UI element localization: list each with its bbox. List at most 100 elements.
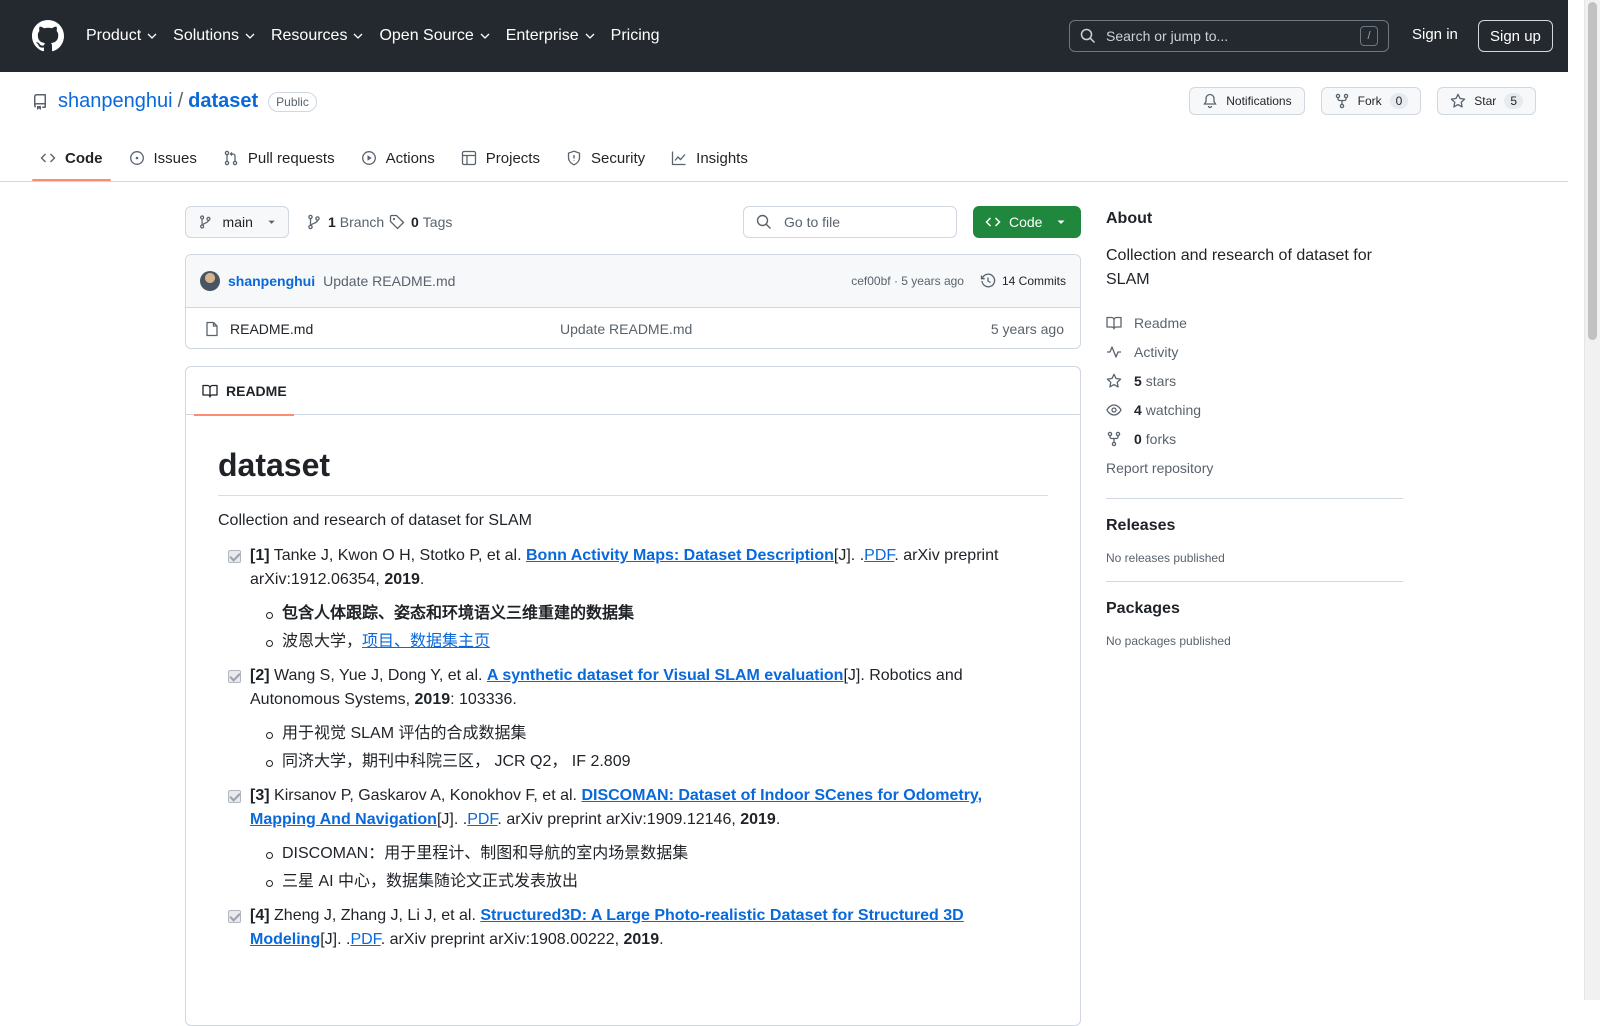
- nav-product[interactable]: Product: [86, 27, 157, 45]
- star-count: 5: [1504, 93, 1523, 109]
- eye-icon: [1106, 403, 1122, 416]
- chevron-down-icon: [147, 33, 157, 39]
- repo-separator: /: [177, 90, 184, 112]
- github-logo-icon[interactable]: [32, 20, 64, 52]
- bell-icon: [1203, 93, 1217, 109]
- ref-number: [2]: [250, 667, 270, 684]
- tab-projects[interactable]: Projects: [453, 138, 548, 178]
- readme-tab[interactable]: README: [194, 367, 295, 416]
- note-text: 波恩大学，: [282, 633, 363, 650]
- notifications-label: Notifications: [1226, 94, 1292, 108]
- branch-label: Branch: [339, 214, 385, 230]
- tab-actions[interactable]: Actions: [353, 138, 443, 178]
- ref-text: . arXiv preprint arXiv:1909.12146,: [497, 811, 736, 828]
- task-checkbox: [228, 550, 241, 563]
- forks-link[interactable]: 0 forks: [1106, 424, 1403, 453]
- tab-pull-requests[interactable]: Pull requests: [215, 138, 343, 178]
- ref-notes: 用于视觉 SLAM 评估的合成数据集 同济大学，期刊中科院三区， JCR Q2，…: [218, 720, 1048, 776]
- readme-link[interactable]: Readme: [1106, 308, 1403, 337]
- pull-request-icon: [224, 150, 238, 166]
- go-to-file-input[interactable]: Go to file: [743, 206, 957, 238]
- scrollbar-thumb[interactable]: [1588, 2, 1597, 340]
- watching-count: 4: [1134, 401, 1142, 418]
- file-commit-message-link[interactable]: Update README.md: [560, 321, 991, 337]
- pdf-link[interactable]: PDF: [864, 547, 894, 564]
- nav-enterprise[interactable]: Enterprise: [506, 27, 595, 45]
- file-timestamp: 5 years ago: [990, 320, 1064, 337]
- sign-in-link[interactable]: Sign in: [1412, 26, 1458, 43]
- ref-text: [J]. .: [320, 931, 351, 948]
- ref-authors: Zheng J, Zhang J, Li J, et al.: [274, 907, 476, 924]
- releases-heading[interactable]: Releases: [1106, 517, 1403, 535]
- paper-link[interactable]: A synthetic dataset for Visual SLAM eval…: [487, 667, 844, 684]
- readme-title: dataset: [218, 445, 1048, 496]
- graph-icon: [672, 151, 686, 166]
- note-text: 用于视觉 SLAM 评估的合成数据集: [282, 725, 527, 742]
- stars-link[interactable]: 5 stars: [1106, 366, 1403, 395]
- tab-label: Pull requests: [247, 149, 335, 167]
- notifications-button[interactable]: Notifications: [1189, 87, 1305, 115]
- activity-link[interactable]: Activity: [1106, 337, 1403, 366]
- shield-icon: [567, 150, 581, 166]
- code-dropdown-button[interactable]: Code: [973, 206, 1081, 238]
- pdf-link[interactable]: PDF: [350, 931, 380, 948]
- commit-author-link[interactable]: shanpenghui: [228, 273, 315, 289]
- ref-authors: Wang S, Yue J, Dong Y, et al.: [274, 667, 483, 684]
- caret-down-icon: [268, 220, 275, 224]
- nav-label: Solutions: [173, 27, 239, 44]
- branches-link[interactable]: 1 Branch: [306, 214, 384, 230]
- star-button[interactable]: Star 5: [1437, 87, 1536, 115]
- star-icon: [1106, 373, 1122, 388]
- avatar[interactable]: [200, 271, 220, 291]
- tab-insights[interactable]: Insights: [663, 138, 756, 178]
- repo-name-link[interactable]: dataset: [188, 90, 258, 113]
- fork-button[interactable]: Fork 0: [1320, 87, 1422, 115]
- visibility-badge: Public: [268, 91, 317, 112]
- chevron-down-icon: [585, 33, 595, 39]
- list-item: 同济大学，期刊中科院三区， JCR Q2， IF 2.809: [266, 748, 1048, 776]
- list-item: DISCOMAN：用于里程计、制图和导航的室内场景数据集: [266, 840, 1048, 868]
- readme-content: dataset Collection and research of datas…: [186, 415, 1080, 952]
- caret-down-icon: [1057, 220, 1065, 224]
- commits-link[interactable]: 14 Commits: [980, 273, 1066, 289]
- star-icon: [1451, 93, 1466, 108]
- tags-link[interactable]: 0 Tags: [389, 214, 452, 230]
- search-input[interactable]: Search or jump to... /: [1069, 20, 1389, 52]
- packages-heading[interactable]: Packages: [1106, 600, 1403, 618]
- repo-title: shanpenghui / dataset Public: [32, 90, 317, 113]
- sign-up-button[interactable]: Sign up: [1478, 20, 1553, 52]
- nav-label: Open Source: [379, 27, 474, 44]
- ref-authors: Kirsanov P, Gaskarov A, Konokhov F, et a…: [274, 787, 577, 804]
- list-item: 包含人体跟踪、姿态和环境语义三维重建的数据集: [266, 600, 1048, 628]
- fork-count: 0: [1389, 93, 1409, 109]
- activity-link-label: Activity: [1134, 343, 1179, 360]
- commit-message-link[interactable]: Update README.md: [323, 273, 851, 289]
- nav-resources[interactable]: Resources: [271, 27, 363, 45]
- ref-number: [4]: [250, 907, 270, 924]
- ref-year: 2019: [384, 571, 420, 588]
- report-repository-link[interactable]: Report repository: [1106, 453, 1403, 482]
- search-placeholder: Search or jump to...: [1106, 28, 1229, 44]
- tab-code[interactable]: Code: [32, 138, 111, 181]
- chevron-down-icon: [245, 33, 255, 39]
- repo-actions: Notifications Fork 0 Star 5: [1173, 87, 1536, 115]
- file-name-link[interactable]: README.md: [230, 321, 560, 337]
- page-scrollbar[interactable]: [1584, 0, 1600, 1000]
- tab-issues[interactable]: Issues: [121, 138, 205, 178]
- repo-owner-link[interactable]: shanpenghui: [58, 90, 173, 113]
- commits-count-label: 14 Commits: [1001, 274, 1066, 288]
- nav-open-source[interactable]: Open Source: [379, 27, 490, 45]
- watchers-link[interactable]: 4 watching: [1106, 395, 1403, 424]
- task-checkbox: [228, 910, 241, 923]
- chevron-down-icon: [353, 33, 363, 39]
- pdf-link[interactable]: PDF: [467, 811, 497, 828]
- nav-solutions[interactable]: Solutions: [173, 27, 255, 45]
- commit-hash-link[interactable]: cef00bf · 5 years ago: [851, 274, 964, 288]
- nav-pricing[interactable]: Pricing: [611, 27, 660, 45]
- branch-selector[interactable]: main: [185, 206, 289, 238]
- task-checkbox: [228, 790, 241, 803]
- tab-security[interactable]: Security: [558, 138, 653, 178]
- latest-commit: shanpenghui Update README.md cef00bf · 5…: [186, 255, 1080, 308]
- paper-link[interactable]: Bonn Activity Maps: Dataset Description: [526, 547, 834, 564]
- project-homepage-link[interactable]: 项目、数据集主页: [362, 633, 490, 650]
